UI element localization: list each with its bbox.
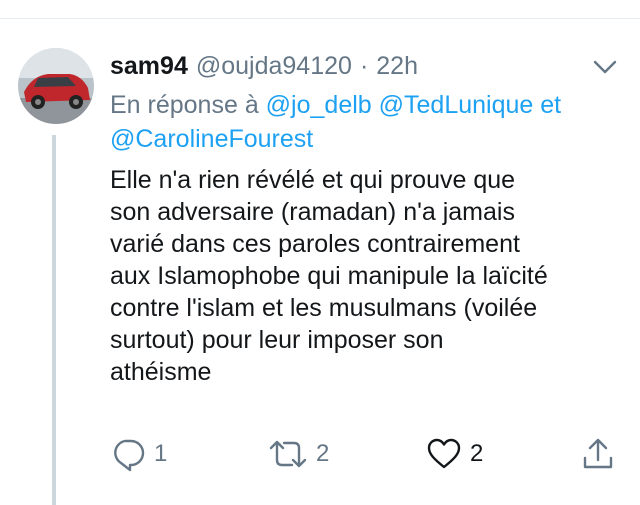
mention-link[interactable]: @CarolineFourest (110, 125, 313, 153)
mention-link[interactable]: @TedLunique (379, 91, 534, 119)
share-button[interactable] (580, 436, 616, 472)
thread-line (52, 135, 56, 505)
separator-dot: · (359, 51, 369, 80)
tweet-text-line: contre l'islam et les musulmans (voilée (110, 294, 538, 322)
heart-icon (427, 438, 461, 469)
reply-prefix: En réponse à (110, 91, 259, 119)
like-count: 2 (470, 440, 484, 467)
tweet-text-line: son adversaire (ramadan) n'a jamais (110, 198, 515, 226)
reply-context: En réponse à @jo_delb @TedLunique et @Ca… (110, 88, 620, 156)
avatar[interactable] (18, 48, 94, 124)
chevron-down-icon[interactable] (592, 54, 618, 80)
user-handle[interactable]: @oujda94120 (196, 52, 352, 81)
tweet: sam94 @oujda94120 · 22h En réponse à @jo… (110, 44, 620, 388)
retweet-button[interactable]: 2 (268, 436, 329, 472)
tweet-header: sam94 @oujda94120 · 22h (110, 44, 620, 88)
reply-count: 1 (154, 440, 168, 467)
top-divider (0, 18, 640, 19)
retweet-icon (269, 440, 307, 468)
tweet-text-line: surtout) pour leur imposer son (110, 326, 444, 354)
share-icon (583, 438, 613, 469)
tweet-text-line: varié dans ces paroles contrairement (110, 230, 520, 258)
reply-icon (114, 439, 145, 472)
mention-link[interactable]: @jo_delb (266, 91, 372, 119)
action-bar: 1 2 2 (110, 436, 620, 476)
tweet-text-line: athéisme (110, 358, 212, 386)
avatar-image (18, 48, 94, 124)
timestamp[interactable]: 22h (376, 52, 418, 81)
like-button[interactable]: 2 (426, 436, 483, 472)
tweet-text-line: Elle n'a rien révélé et qui prouve que (110, 166, 516, 194)
tweet-text-line: aux Islamophobe qui manipule la laïcité (110, 262, 548, 290)
retweet-count: 2 (316, 440, 330, 467)
display-name[interactable]: sam94 (110, 52, 188, 81)
mention-joiner[interactable]: et (540, 91, 561, 119)
reply-button[interactable]: 1 (110, 436, 167, 472)
tweet-text: Elle n'a rien révélé et qui prouve que s… (110, 164, 615, 388)
